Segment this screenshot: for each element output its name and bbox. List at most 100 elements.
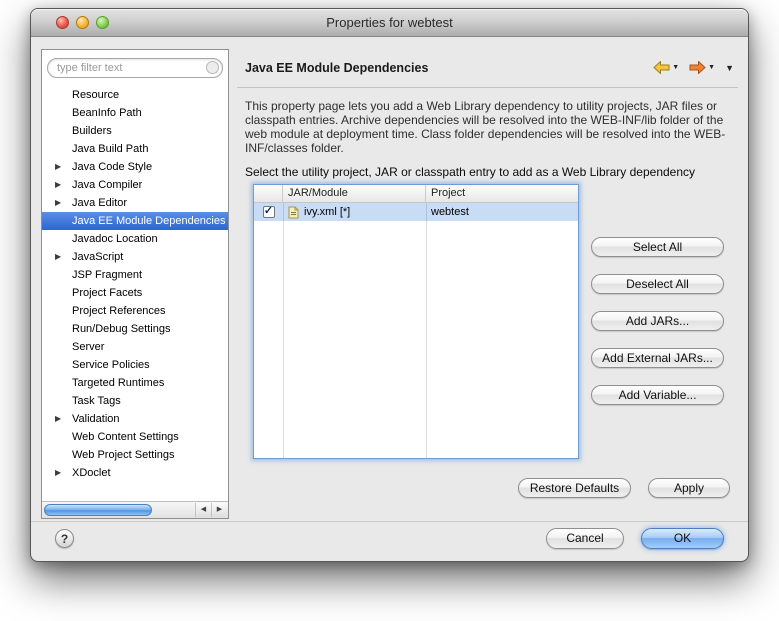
expander-icon[interactable]: ▶ <box>55 248 61 266</box>
sidebar-item-label: Task Tags <box>72 395 121 407</box>
sidebar-item-builders[interactable]: Builders <box>42 122 228 140</box>
cancel-button[interactable]: Cancel <box>546 528 624 549</box>
sidebar-item-label: Java Code Style <box>72 161 152 173</box>
checkbox-column-header[interactable] <box>254 185 283 202</box>
sidebar-item-label: Targeted Runtimes <box>72 377 164 389</box>
check-icon: ✓ <box>264 206 273 216</box>
help-button[interactable]: ? <box>55 529 74 548</box>
sidebar-item-label: Javadoc Location <box>72 233 158 245</box>
sidebar-item-java-ee-module-dependencies[interactable]: Java EE Module Dependencies <box>42 212 228 230</box>
footer-separator <box>31 521 748 523</box>
sidebar-item-label: Builders <box>72 125 112 137</box>
sidebar-item-java-editor[interactable]: ▶ Java Editor <box>42 194 228 212</box>
scrollbar-thumb[interactable] <box>44 504 152 516</box>
page-title: Java EE Module Dependencies <box>245 61 428 75</box>
select-instruction: Select the utility project, JAR or class… <box>245 165 695 179</box>
clear-filter-icon[interactable] <box>206 61 219 74</box>
add-external-jars-button[interactable]: Add External JARs... <box>591 348 724 368</box>
properties-sidebar: Resource BeanInfo Path Builders Java Bui… <box>41 49 229 519</box>
add-jars-button[interactable]: Add JARs... <box>591 311 724 331</box>
sidebar-item-service-policies[interactable]: Service Policies <box>42 356 228 374</box>
header-separator <box>237 87 738 88</box>
module-file-icon <box>287 206 300 219</box>
sidebar-item-project-references[interactable]: Project References <box>42 302 228 320</box>
nav-controls: ▼ ▼ ▼ <box>653 61 734 74</box>
sidebar-item-label: Validation <box>72 413 120 425</box>
forward-button[interactable]: ▼ <box>689 61 715 74</box>
sidebar-item-java-code-style[interactable]: ▶ Java Code Style <box>42 158 228 176</box>
properties-dialog: Properties for webtest Resource BeanInfo… <box>30 8 749 562</box>
project-cell: webtest <box>426 203 578 221</box>
close-button[interactable] <box>56 16 69 29</box>
table-header: JAR/Module Project <box>254 185 578 203</box>
project-text: webtest <box>431 206 469 218</box>
sidebar-item-javascript[interactable]: ▶ JavaScript <box>42 248 228 266</box>
scroll-right-arrow[interactable]: ▶ <box>211 503 227 517</box>
sidebar-item-java-compiler[interactable]: ▶ Java Compiler <box>42 176 228 194</box>
select-all-button[interactable]: Select All <box>591 237 724 257</box>
window-title: Properties for webtest <box>31 9 748 36</box>
sidebar-item-label: Resource <box>72 89 119 101</box>
sidebar-item-java-build-path[interactable]: Java Build Path <box>42 140 228 158</box>
sidebar-item-web-content-settings[interactable]: Web Content Settings <box>42 428 228 446</box>
sidebar-item-label: Web Content Settings <box>72 431 179 443</box>
sidebar-item-run-debug-settings[interactable]: Run/Debug Settings <box>42 320 228 338</box>
scroll-left-arrow[interactable]: ◀ <box>195 503 211 517</box>
back-arrow-icon <box>653 61 670 74</box>
view-menu-button[interactable]: ▼ <box>725 63 734 73</box>
forward-arrow-icon <box>689 61 706 74</box>
filter-field[interactable] <box>47 58 223 78</box>
checkbox-cell: ✓ <box>254 203 283 221</box>
horizontal-scrollbar[interactable]: ◀ ▶ <box>42 501 228 518</box>
apply-button[interactable]: Apply <box>648 478 730 498</box>
sidebar-item-label: Java Build Path <box>72 143 148 155</box>
deselect-all-button[interactable]: Deselect All <box>591 274 724 294</box>
sidebar-item-label: Run/Debug Settings <box>72 323 170 335</box>
properties-tree: Resource BeanInfo Path Builders Java Bui… <box>42 86 228 500</box>
page-description: This property page lets you add a Web Li… <box>245 99 741 155</box>
sidebar-item-jsp-fragment[interactable]: JSP Fragment <box>42 266 228 284</box>
sidebar-item-task-tags[interactable]: Task Tags <box>42 392 228 410</box>
sidebar-item-web-project-settings[interactable]: Web Project Settings <box>42 446 228 464</box>
sidebar-item-label: JavaScript <box>72 251 123 263</box>
expander-icon[interactable]: ▶ <box>55 464 61 482</box>
ok-button[interactable]: OK <box>641 528 724 549</box>
sidebar-item-label: Java Compiler <box>72 179 142 191</box>
sidebar-item-label: Web Project Settings <box>72 449 175 461</box>
sidebar-item-javadoc-location[interactable]: Javadoc Location <box>42 230 228 248</box>
filter-input[interactable] <box>47 58 223 78</box>
sidebar-item-label: XDoclet <box>72 467 111 479</box>
table-row[interactable]: ✓ ivy.xml [*] webtest <box>254 203 578 221</box>
forward-dropdown-icon[interactable]: ▼ <box>708 64 715 71</box>
dependencies-table: JAR/Module Project ✓ ivy.xml [*] webtest <box>253 184 579 459</box>
sidebar-item-project-facets[interactable]: Project Facets <box>42 284 228 302</box>
sidebar-item-xdoclet[interactable]: ▶ XDoclet <box>42 464 228 482</box>
sidebar-item-validation[interactable]: ▶ Validation <box>42 410 228 428</box>
sidebar-item-server[interactable]: Server <box>42 338 228 356</box>
column-gridline <box>283 203 284 458</box>
title-bar[interactable]: Properties for webtest <box>31 9 748 37</box>
column-gridline <box>426 203 427 458</box>
back-button[interactable]: ▼ <box>653 61 679 74</box>
expander-icon[interactable]: ▶ <box>55 158 61 176</box>
expander-icon[interactable]: ▶ <box>55 410 61 428</box>
project-column-header[interactable]: Project <box>426 185 578 202</box>
sidebar-item-targeted-runtimes[interactable]: Targeted Runtimes <box>42 374 228 392</box>
sidebar-item-label: Java Editor <box>72 197 127 209</box>
minimize-button[interactable] <box>76 16 89 29</box>
expander-icon[interactable]: ▶ <box>55 176 61 194</box>
back-dropdown-icon[interactable]: ▼ <box>672 64 679 71</box>
sidebar-item-beaninfo-path[interactable]: BeanInfo Path <box>42 104 228 122</box>
sidebar-item-resource[interactable]: Resource <box>42 86 228 104</box>
add-variable-button[interactable]: Add Variable... <box>591 385 724 405</box>
sidebar-item-label: Service Policies <box>72 359 150 371</box>
view-menu-icon: ▼ <box>725 63 734 73</box>
scrollbar-arrows: ◀ ▶ <box>195 503 227 517</box>
restore-defaults-button[interactable]: Restore Defaults <box>518 478 631 498</box>
sidebar-item-label: Project References <box>72 305 166 317</box>
expander-icon[interactable]: ▶ <box>55 194 61 212</box>
jar-module-column-header[interactable]: JAR/Module <box>283 185 426 202</box>
row-checkbox[interactable]: ✓ <box>263 206 275 218</box>
zoom-button[interactable] <box>96 16 109 29</box>
sidebar-item-label: Project Facets <box>72 287 142 299</box>
